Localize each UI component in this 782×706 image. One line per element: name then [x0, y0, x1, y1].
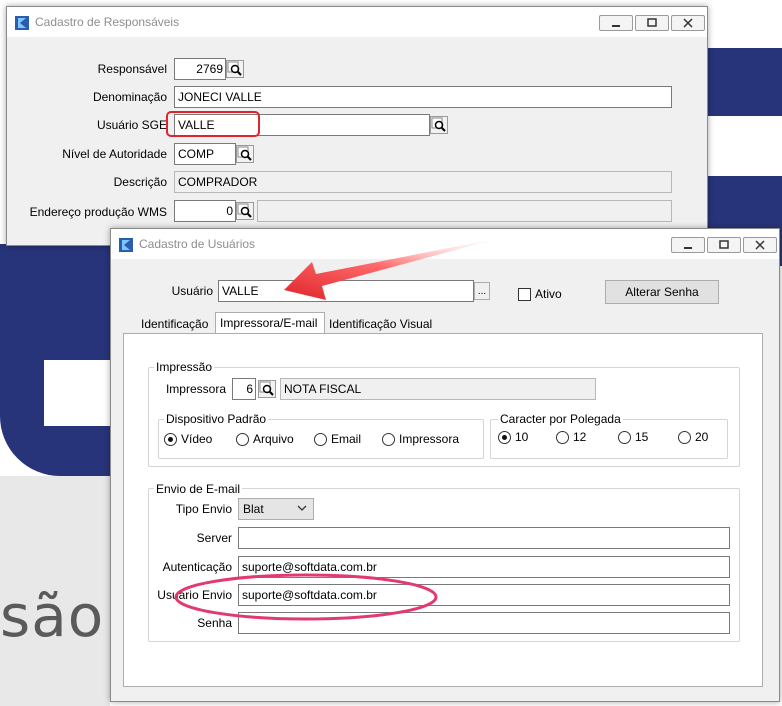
app-icon [15, 16, 29, 30]
radio-cpp-10[interactable]: 10 [498, 430, 528, 444]
endereco-wms-desc [257, 200, 672, 222]
minimize-icon [684, 247, 692, 249]
radio-label: Email [331, 432, 362, 446]
radio-button[interactable] [236, 432, 249, 446]
usuario-input[interactable]: VALLE [218, 280, 474, 302]
close-button[interactable] [671, 15, 705, 31]
radio-video[interactable]: Vídeo [164, 432, 212, 446]
endereco-wms-input[interactable]: 0 [174, 200, 236, 222]
denominacao-input[interactable]: JONECI VALLE [174, 86, 672, 108]
radio-label: Impressora [399, 432, 460, 446]
maximize-icon [647, 18, 657, 27]
endereco-wms-label: Endereço produção WMS [29, 205, 167, 219]
close-button[interactable] [743, 237, 777, 253]
usuario-browse-button[interactable]: ... [474, 282, 490, 300]
usuario-envio-label: Usuário Envio [157, 588, 232, 602]
background-shape [700, 48, 782, 116]
endereco-wms-lookup-button[interactable] [236, 202, 254, 220]
radio-arquivo[interactable]: Arquivo [236, 432, 294, 446]
tab-identificacao[interactable]: Identificação [137, 314, 212, 334]
radio-label: Arquivo [253, 432, 294, 446]
radio-cpp-12[interactable]: 12 [556, 430, 586, 444]
usuario-sge-input[interactable]: VALLE [174, 114, 430, 136]
radio-button[interactable] [382, 432, 395, 446]
tab-panel: Impressão Impressora 6 NOTA FISCAL Dispo… [123, 333, 763, 687]
nivel-autoridade-label: Nível de Autoridade [62, 147, 167, 161]
responsavel-lookup-button[interactable] [226, 60, 244, 78]
minimize-icon [612, 25, 620, 27]
alterar-senha-button[interactable]: Alterar Senha [605, 280, 719, 304]
autenticacao-input[interactable]: suporte@softdata.com.br [238, 556, 730, 578]
usuario-label: Usuário [171, 284, 213, 298]
titlebar: Cadastro de Usuários [111, 229, 779, 259]
window-title: Cadastro de Usuários [139, 237, 256, 251]
responsavel-label: Responsável [97, 62, 167, 76]
nivel-lookup-button[interactable] [236, 145, 254, 163]
background-shape [44, 360, 110, 426]
descricao-field: COMPRADOR [174, 171, 672, 193]
radio-label: Vídeo [181, 432, 213, 446]
ativo-label: Ativo [535, 287, 562, 301]
radio-label: 20 [695, 430, 709, 444]
close-icon [755, 240, 765, 250]
usuario-sge-label: Usuário SGE [96, 118, 167, 132]
impressao-group-title: Impressão [154, 360, 215, 374]
search-icon [227, 61, 242, 76]
denominacao-label: Denominação [92, 90, 167, 104]
radio-button[interactable] [678, 430, 691, 444]
usuarios-window: Cadastro de Usuários Usuário VALLE ... A… [110, 228, 780, 702]
radio-cpp-20[interactable]: 20 [678, 430, 708, 444]
impressora-input[interactable]: 6 [232, 378, 256, 400]
nivel-autoridade-input[interactable]: COMP [174, 143, 236, 165]
app-icon [119, 238, 133, 252]
impressora-label: Impressora [165, 382, 226, 396]
autenticacao-label: Autenticação [162, 560, 232, 574]
radio-label: 15 [635, 430, 649, 444]
radio-button[interactable] [314, 432, 327, 446]
responsavel-input[interactable]: 2769 [174, 58, 226, 80]
radio-label: 10 [515, 430, 529, 444]
search-icon [237, 203, 252, 218]
tipo-envio-select[interactable]: Blat [238, 498, 314, 520]
search-icon [237, 146, 252, 161]
senha-label: Senha [197, 616, 232, 630]
minimize-button[interactable] [599, 15, 633, 31]
minimize-button[interactable] [671, 237, 705, 253]
ativo-checkbox[interactable] [518, 288, 531, 301]
server-label: Server [196, 531, 232, 545]
responsaveis-window: Cadastro de Responsáveis Responsável 276… [6, 6, 708, 246]
radio-cpp-15[interactable]: 15 [618, 430, 648, 444]
radio-button[interactable] [498, 430, 511, 444]
maximize-button[interactable] [707, 237, 741, 253]
senha-input[interactable] [238, 612, 730, 634]
radio-impressora[interactable]: Impressora [382, 432, 459, 446]
search-icon [259, 381, 274, 396]
background-word: são [0, 582, 105, 650]
tab-identificacao-visual[interactable]: Identificação Visual [325, 314, 436, 334]
impressora-lookup-button[interactable] [258, 380, 276, 398]
email-group-title: Envio de E-mail [154, 482, 243, 496]
dispositivo-group-title: Dispositivo Padrão [164, 412, 269, 426]
radio-button[interactable] [618, 430, 631, 444]
maximize-icon [719, 240, 729, 249]
titlebar: Cadastro de Responsáveis [7, 7, 707, 37]
server-input[interactable] [238, 527, 730, 549]
cpp-group-title: Caracter por Polegada [498, 412, 623, 426]
tipo-envio-label: Tipo Envio [175, 502, 232, 516]
search-icon [431, 117, 446, 132]
descricao-label: Descrição [113, 175, 167, 189]
radio-button[interactable] [164, 432, 177, 446]
chevron-down-icon [297, 505, 307, 511]
maximize-button[interactable] [635, 15, 669, 31]
impressora-desc: NOTA FISCAL [280, 378, 596, 400]
tipo-envio-value: Blat [243, 502, 264, 516]
radio-email[interactable]: Email [314, 432, 361, 446]
radio-label: 12 [573, 430, 587, 444]
usuario-envio-input[interactable]: suporte@softdata.com.br [238, 584, 730, 606]
tab-impressora-email[interactable]: Impressora/E-mail [215, 312, 325, 334]
radio-button[interactable] [556, 430, 569, 444]
close-icon [683, 18, 693, 28]
window-title: Cadastro de Responsáveis [35, 15, 180, 29]
usuario-sge-lookup-button[interactable] [430, 116, 448, 134]
